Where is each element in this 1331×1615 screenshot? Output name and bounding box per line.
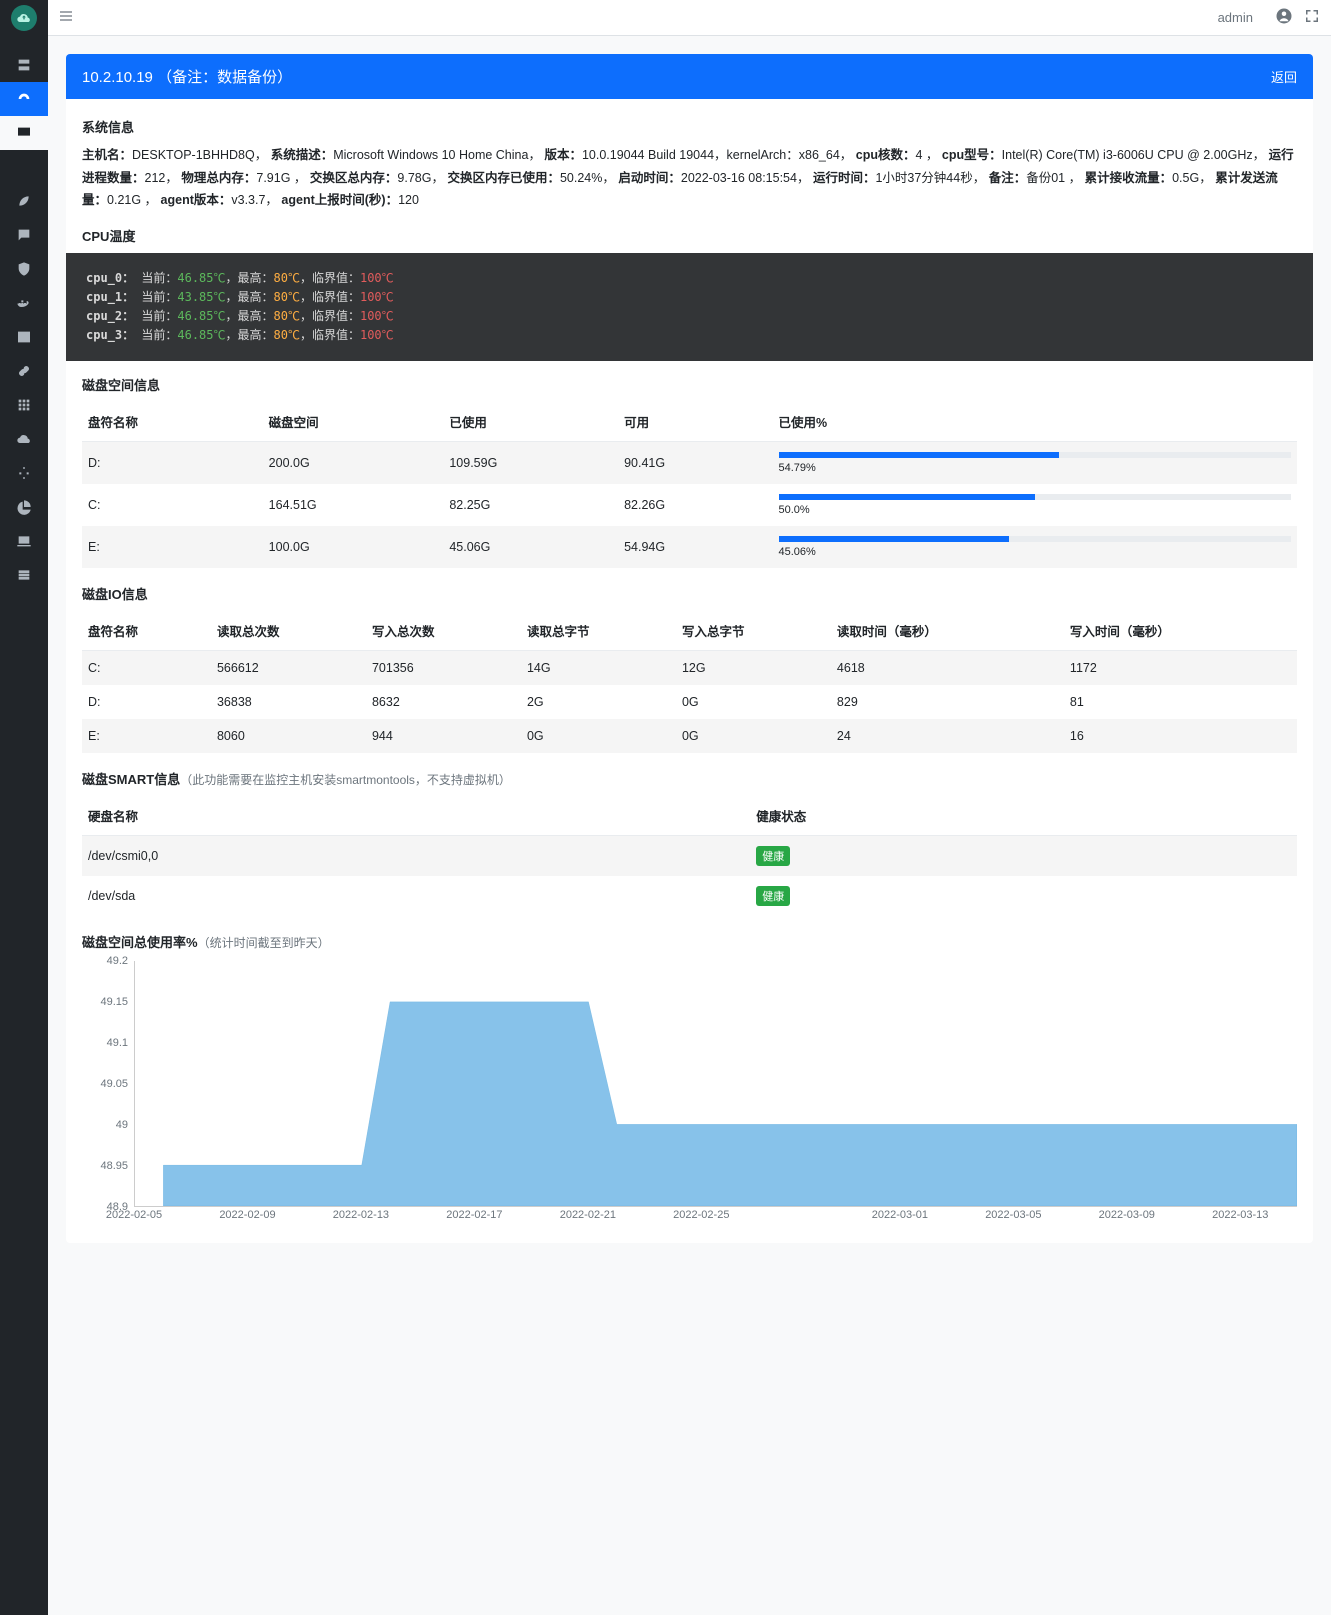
section-smart-title: 磁盘SMART信息（此功能需要在监控主机安装smartmontools，不支持虚… <box>82 769 1297 788</box>
nav-item-laptop-icon[interactable] <box>0 524 48 558</box>
topbar: admin <box>48 0 1331 36</box>
nav-item-table-icon[interactable] <box>0 320 48 354</box>
nav-item-chat-icon[interactable] <box>0 218 48 252</box>
sysinfo-text: 主机名：DESKTOP-1BHHD8Q， 系统描述：Microsoft Wind… <box>82 144 1297 212</box>
table-row: E:100.0G45.06G54.94G45.06% <box>82 526 1297 568</box>
health-badge: 健康 <box>756 886 790 906</box>
cpu-temp-block: cpu_0： 当前：46.85℃，最高：80℃，临界值：100℃cpu_1： 当… <box>66 253 1313 362</box>
nav-item-topology-icon[interactable] <box>0 456 48 490</box>
nav-item-dashboard-icon[interactable] <box>0 82 48 116</box>
card-header: 10.2.10.19 （备注：数据备份） 返回 <box>66 54 1313 99</box>
current-user[interactable]: admin <box>1218 10 1253 25</box>
nav-item-leaf-icon[interactable] <box>0 184 48 218</box>
nav-item-docker-icon[interactable] <box>0 286 48 320</box>
table-row: E:80609440G0G2416 <box>82 719 1297 753</box>
table-row: D:200.0G109.59G90.41G54.79% <box>82 442 1297 485</box>
table-row: D:3683886322G0G82981 <box>82 685 1297 719</box>
section-cputemp-title: CPU温度 <box>82 226 1297 245</box>
disk-io-table: 盘符名称读取总次数写入总次数读取总字节写入总字节读取时间（毫秒）写入时间（毫秒）… <box>82 611 1297 753</box>
usage-chart: 49.249.1549.149.054948.9548.9 2022-02-05… <box>82 961 1297 1231</box>
nav-item-pie-icon[interactable] <box>0 490 48 524</box>
nav <box>0 36 48 1615</box>
section-sysinfo-title: 系统信息 <box>82 117 1297 136</box>
detail-card: 10.2.10.19 （备注：数据备份） 返回 系统信息 主机名：DESKTOP… <box>66 54 1313 1243</box>
menu-toggle-icon[interactable] <box>58 8 74 27</box>
section-diskio-title: 磁盘IO信息 <box>82 584 1297 603</box>
fullscreen-icon[interactable] <box>1303 7 1321 28</box>
table-row: /dev/sda健康 <box>82 876 1297 916</box>
nav-item-server-icon[interactable] <box>0 48 48 82</box>
nav-item-monitor-icon[interactable] <box>0 116 48 150</box>
nav-item-cloud-icon[interactable] <box>0 422 48 456</box>
table-row: C:164.51G82.25G82.26G50.0% <box>82 484 1297 526</box>
disk-space-table: 盘符名称磁盘空间已使用可用已使用% D:200.0G109.59G90.41G5… <box>82 402 1297 568</box>
nav-item-grid-icon[interactable] <box>0 388 48 422</box>
user-icon[interactable] <box>1275 7 1293 28</box>
nav-item-list-icon[interactable] <box>0 150 48 184</box>
smart-table: 硬盘名称健康状态 /dev/csmi0,0健康/dev/sda健康 <box>82 796 1297 916</box>
nav-item-link-icon[interactable] <box>0 354 48 388</box>
nav-item-shield-icon[interactable] <box>0 252 48 286</box>
section-diskspace-title: 磁盘空间信息 <box>82 375 1297 394</box>
nav-item-db-icon[interactable] <box>0 558 48 592</box>
health-badge: 健康 <box>756 846 790 866</box>
section-chart-title: 磁盘空间总使用率%（统计时间截至到昨天） <box>82 932 1297 951</box>
back-link[interactable]: 返回 <box>1271 67 1297 86</box>
logo[interactable] <box>0 0 48 36</box>
table-row: /dev/csmi0,0健康 <box>82 836 1297 877</box>
main: admin 10.2.10.19 （备注：数据备份） 返回 系统信息 主机名：D… <box>48 0 1331 1615</box>
table-row: C:56661270135614G12G46181172 <box>82 651 1297 686</box>
sidebar <box>0 0 48 1615</box>
page-title: 10.2.10.19 （备注：数据备份） <box>82 66 1271 87</box>
